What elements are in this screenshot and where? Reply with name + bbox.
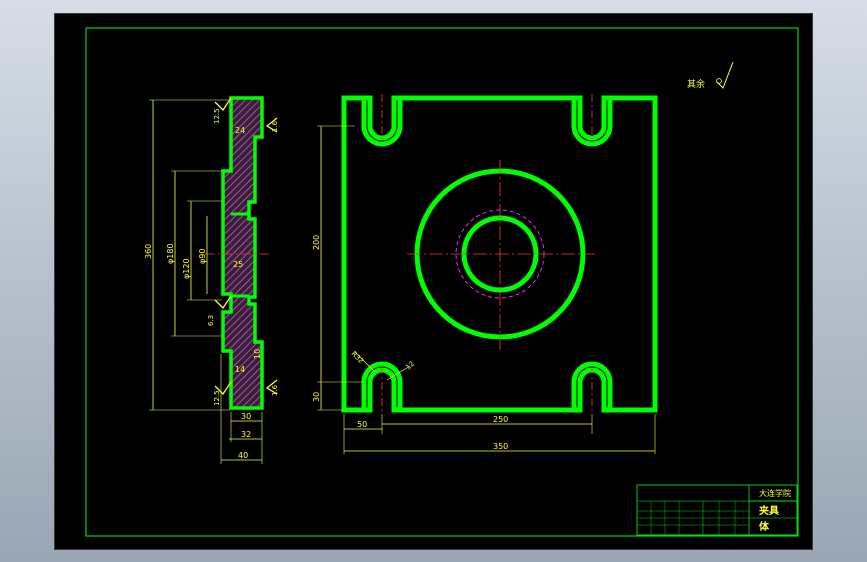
dim-w32: 32 [241,430,251,439]
title-part-sub: 体 [759,520,770,533]
dim-t24: 24 [235,126,245,135]
svg-text:6.3: 6.3 [207,315,215,326]
surface-note: 其余 [687,61,734,90]
dim-d180: φ180 [166,243,175,264]
dim-overall-height: 360 [144,244,153,259]
surface-note-text: 其余 [687,78,705,90]
dim-d120: φ120 [182,258,191,279]
title-part-name: 夹具 [759,504,779,517]
dim-h25: 25 [233,260,243,269]
roughness-bottom-right: 1.6 [265,379,279,396]
dim-slot-w: 12 [404,360,416,372]
roughness-top: 12.5 [213,97,232,124]
dim-offset-30: 30 [312,392,321,402]
side-section-outline [221,96,264,410]
side-view: 360 φ180 φ120 φ90 25 24 14 10 30 32 40 1… [144,96,279,464]
dim-span-250: 250 [493,415,508,424]
svg-text:1.6: 1.6 [271,120,279,132]
dim-d90: φ90 [198,249,207,264]
cad-viewport[interactable]: 其余 360 φ180 φ120 φ90 25 24 14 10 30 32 4… [54,13,813,550]
drawing-canvas: 其余 360 φ180 φ120 φ90 25 24 14 10 30 32 4… [85,27,799,537]
roughness-bottom: 12.5 [213,381,232,406]
dim-width-350: 350 [493,442,508,451]
dim-height-200: 200 [312,235,321,250]
drawing-frame [85,27,799,537]
title-school: 大连学院 [759,488,791,498]
front-view: 200 30 50 250 350 R32 12 [312,94,658,454]
dim-w30: 30 [241,412,251,421]
title-block: 大连学院 夹具 体 [636,484,798,536]
svg-text:12.5: 12.5 [213,108,221,124]
dim-t10: 10 [253,349,262,359]
svg-text:1.6: 1.6 [271,384,279,396]
dim-offset-50: 50 [357,420,367,429]
dim-slot-r: R32 [350,350,365,365]
dim-w40: 40 [238,451,248,460]
svg-text:12.5: 12.5 [213,390,221,406]
dim-t14: 14 [235,365,245,374]
roughness-top-right: 1.6 [265,117,279,133]
